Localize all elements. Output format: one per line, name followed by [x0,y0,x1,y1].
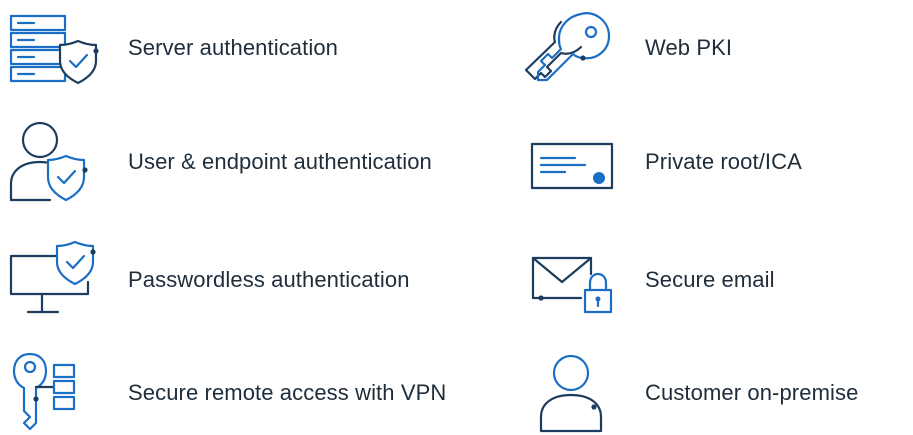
keys-icon [523,8,615,88]
feature-web-pki: Web PKI [523,8,732,88]
feature-label: Passwordless authentication [128,267,410,292]
server-shield-icon [9,8,102,88]
feature-label: Customer on-premise [645,380,859,405]
feature-user-endpoint-authentication: User & endpoint authentication [9,121,432,202]
feature-label: Server authentication [128,35,339,60]
feature-secure-remote-access-vpn: Secure remote access with VPN [10,352,447,433]
key-list-icon [10,352,102,433]
feature-private-root-ica: Private root/ICA [523,122,802,202]
feature-passwordless-authentication: Passwordless authentication [9,240,410,320]
feature-label: Private root/ICA [645,149,802,174]
feature-customer-on-premise: Customer on-premise [523,353,858,433]
feature-label: Secure remote access with VPN [128,380,447,405]
feature-label: Secure email [645,267,775,292]
monitor-shield-icon [9,240,102,320]
feature-secure-email: Secure email [523,240,775,320]
feature-label: User & endpoint authentication [128,149,432,174]
feature-label: Web PKI [645,35,733,60]
feature-server-authentication: Server authentication [9,8,339,88]
certificate-icon [523,122,615,202]
customer-icon [523,353,615,433]
user-shield-icon [9,121,102,202]
envelope-lock-icon [523,240,615,320]
